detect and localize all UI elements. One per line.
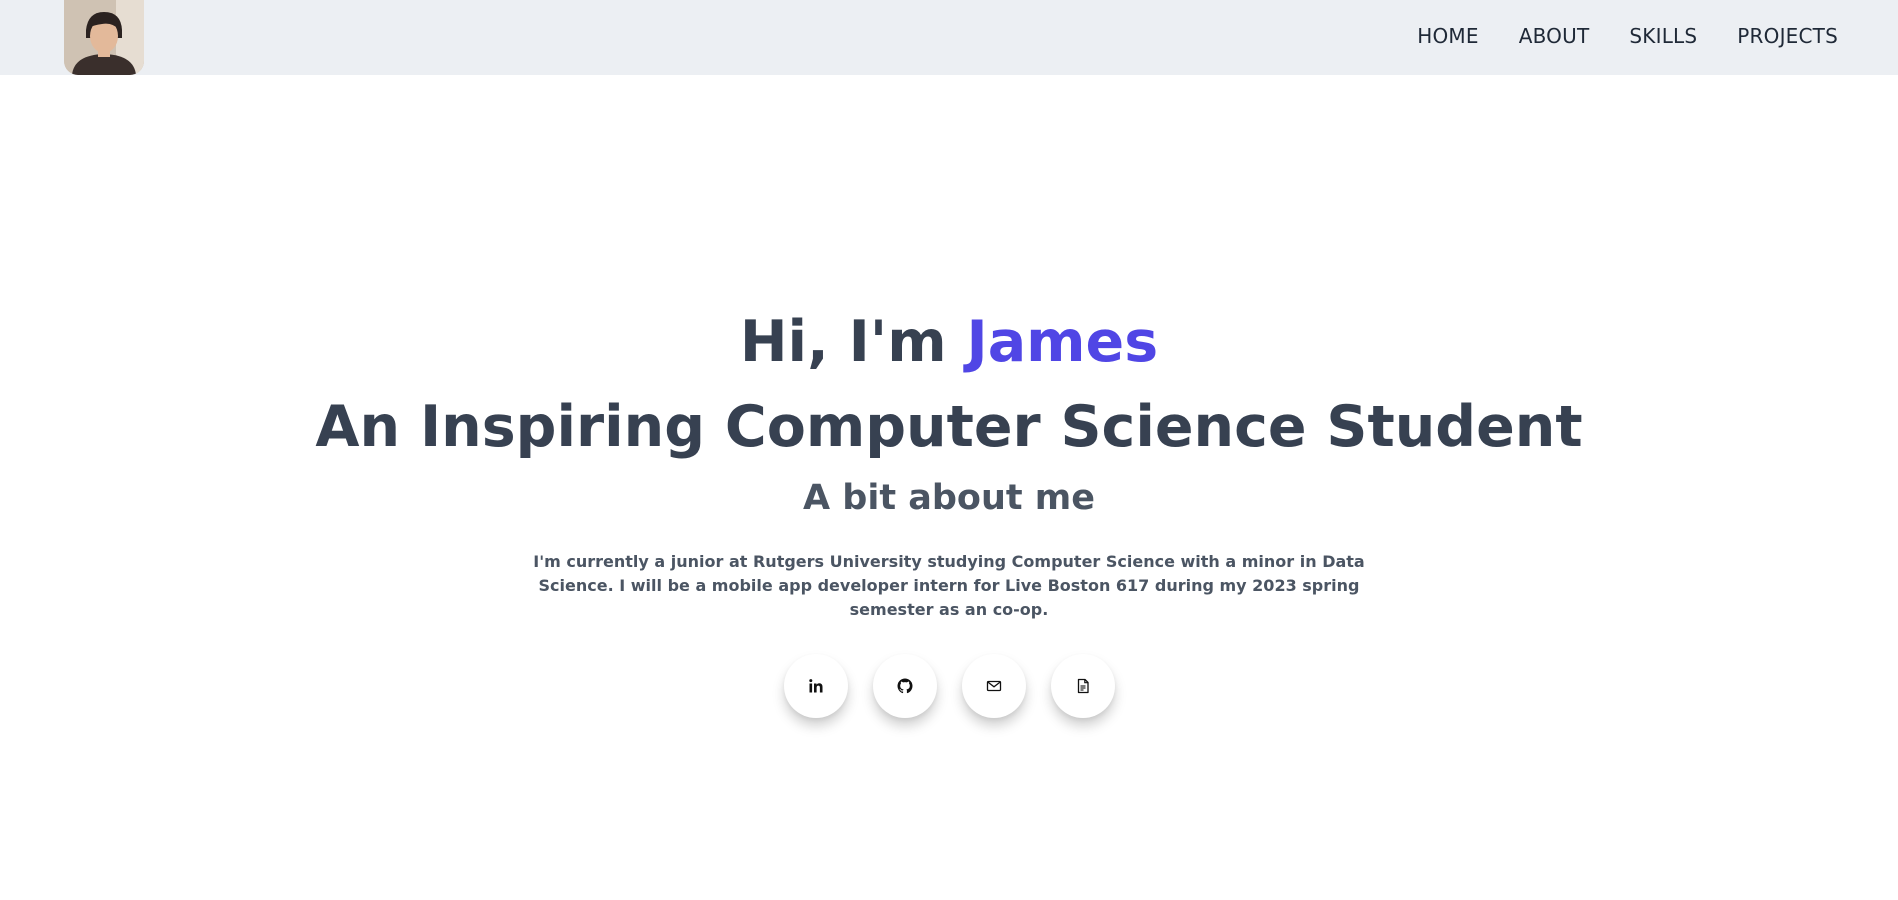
greeting-prefix: Hi, I'm [739, 309, 967, 375]
headline: An Inspiring Computer Science Student [315, 394, 1583, 460]
avatar[interactable] [64, 0, 144, 75]
nav-link-home[interactable]: HOME [1417, 24, 1478, 48]
greeting: Hi, I'm James [0, 300, 1898, 384]
nav-link-projects[interactable]: PROJECTS [1737, 24, 1838, 48]
mail-icon [986, 680, 1001, 692]
navbar: HOME ABOUT SKILLS PROJECTS [0, 0, 1898, 75]
email-button[interactable] [961, 654, 1026, 718]
document-icon [1077, 678, 1089, 694]
github-icon [897, 678, 912, 694]
nav-link-about[interactable]: ABOUT [1519, 24, 1590, 48]
subheading: A bit about me [803, 478, 1095, 518]
linkedin-icon [808, 679, 822, 693]
greeting-name: James [966, 309, 1159, 375]
hero-section: Hi, I'm James An Inspiring Computer Scie… [0, 300, 1898, 718]
github-button[interactable] [872, 654, 937, 718]
linkedin-button[interactable] [783, 654, 848, 718]
resume-button[interactable] [1050, 654, 1115, 718]
profile-photo [64, 0, 144, 75]
bio-text: I'm currently a junior at Rutgers Univer… [533, 552, 1365, 619]
social-links [0, 654, 1898, 718]
nav-link-skills[interactable]: SKILLS [1629, 24, 1697, 48]
nav-links: HOME ABOUT SKILLS PROJECTS [1417, 0, 1838, 72]
